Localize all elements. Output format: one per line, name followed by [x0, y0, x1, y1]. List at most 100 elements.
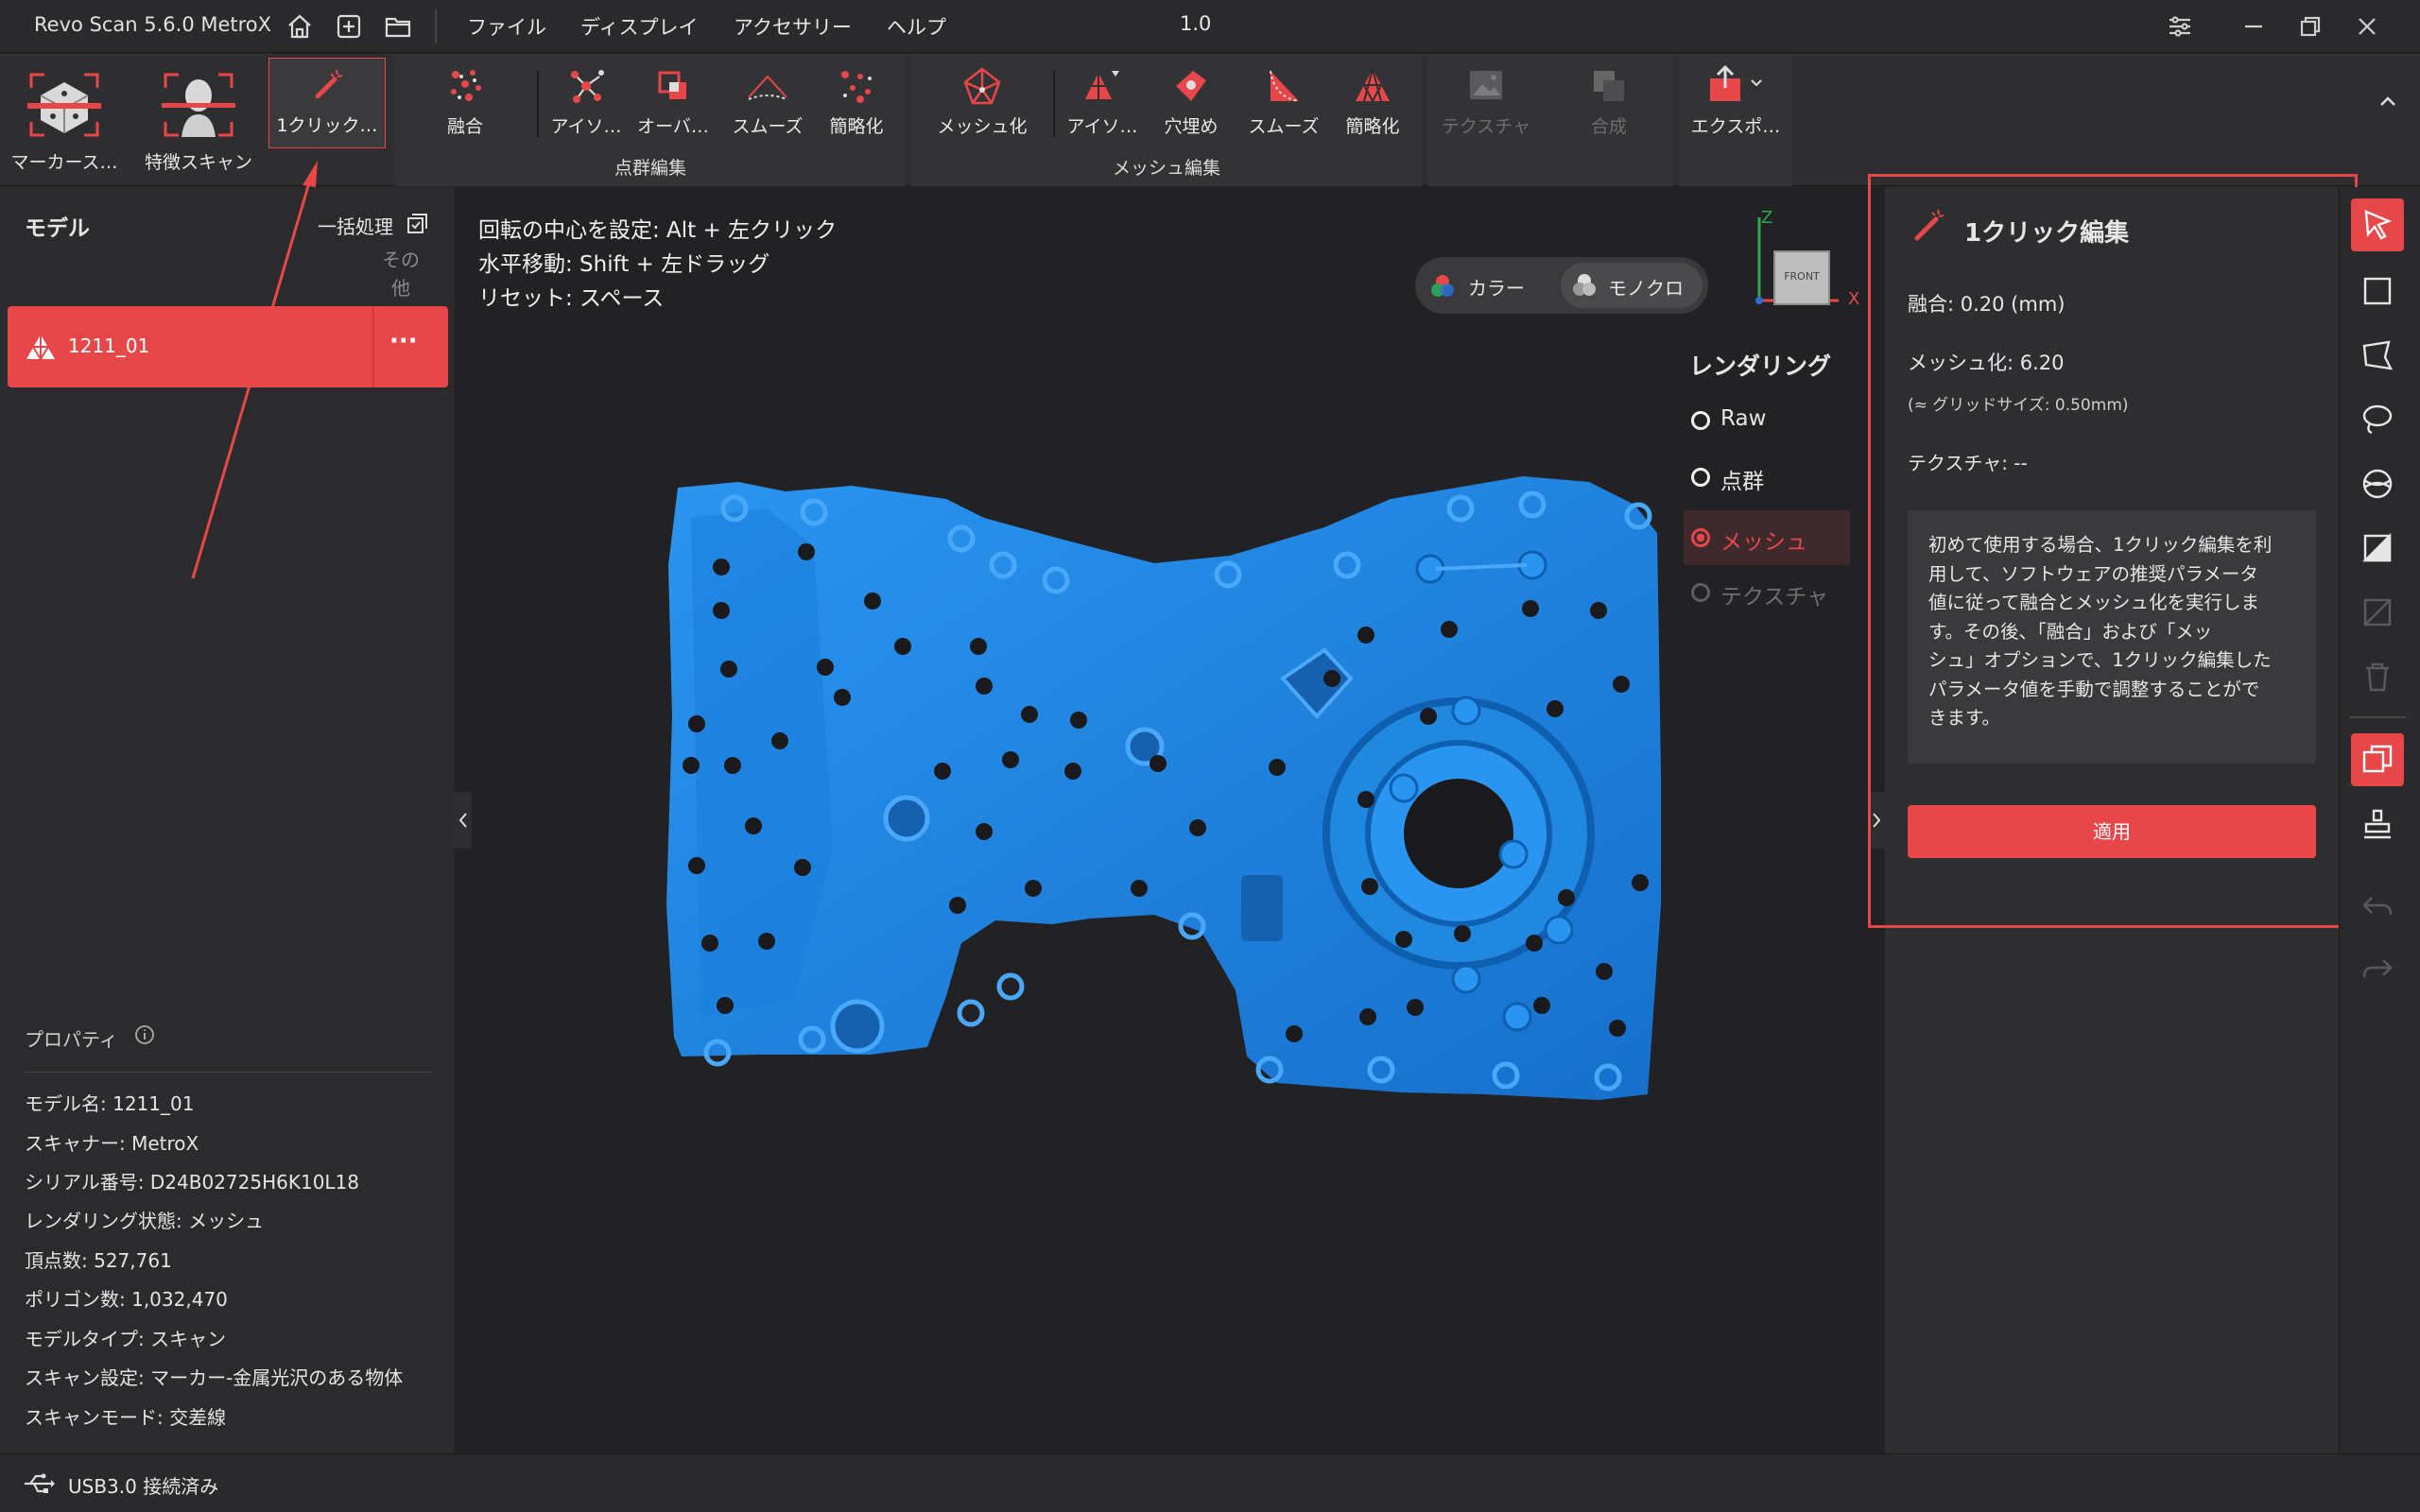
feature-scan-button[interactable]: 特徴スキャン — [134, 54, 263, 186]
collapse-right-panel[interactable] — [1868, 792, 1885, 849]
chevron-left-icon — [458, 813, 467, 828]
3d-viewport[interactable]: 回転の中心を設定: Alt + 左クリック 水平移動: Shift + 左ドラッ… — [191, 161, 1885, 1453]
scan-model-render[interactable] — [455, 187, 1885, 1453]
hint-pan: 水平移動: Shift + 左ドラッグ — [478, 252, 770, 277]
mesh-simplify-label: 簡略化 — [1345, 116, 1400, 137]
clear-select-button[interactable] — [2351, 586, 2404, 639]
copy-mesh-button[interactable] — [2351, 733, 2404, 786]
radio-mesh-selected — [1691, 528, 1710, 547]
close-icon[interactable] — [2352, 11, 2382, 42]
hint-reset: リセット: スペース — [478, 286, 665, 311]
polygon-select-button[interactable] — [2351, 329, 2404, 382]
stamp-icon — [2364, 809, 2391, 839]
info-text: 初めて使用する場合、1クリック編集を利 用して、ソフトウェアの推奨パラメータ 値… — [1928, 531, 2272, 733]
render-texture-label: テクスチャ — [1720, 585, 1829, 610]
model-row[interactable]: 1211_01 ··· — [8, 306, 448, 387]
rect-select-button[interactable] — [2351, 265, 2404, 318]
collapse-left-panel[interactable] — [455, 792, 472, 849]
mesh-make-label: メッシュ化 — [937, 116, 1028, 137]
model-panel-title: モデル — [25, 216, 90, 241]
prop-render-state: レンダリング状態: メッシュ — [25, 1210, 265, 1232]
undo-button[interactable] — [2351, 881, 2404, 934]
render-option-texture[interactable]: テクスチャ — [1684, 569, 1873, 616]
boss-hole — [883, 795, 930, 842]
info-line: パラメータ値を手動で調整することがで — [1928, 678, 2260, 700]
new-project-icon[interactable] — [335, 12, 363, 41]
lasso-select-button[interactable] — [2351, 393, 2404, 446]
minimize-icon[interactable] — [2238, 11, 2269, 42]
texture-button[interactable]: テクスチャ — [1429, 54, 1543, 186]
trash-icon — [2366, 662, 2389, 692]
info-line: 用して、ソフトウェアの推奨パラメータ — [1928, 562, 2258, 585]
info-line: 初めて使用する場合、1クリック編集を利 — [1928, 534, 2273, 556]
row-divider — [372, 306, 374, 387]
color-mode-button[interactable]: カラー — [1428, 265, 1561, 306]
apply-button[interactable]: 適用 — [1908, 805, 2316, 858]
select-tool-button[interactable] — [2351, 198, 2404, 251]
render-option-mesh[interactable]: メッシュ — [1684, 510, 1850, 565]
collapse-ribbon-icon[interactable] — [2375, 88, 2401, 114]
pc-simplify-label: 簡略化 — [829, 116, 884, 137]
simplify-mesh-icon — [1356, 68, 1390, 104]
hint-rotate-center: 回転の中心を設定: Alt + 左クリック — [478, 218, 838, 243]
batch-process-button[interactable]: 一括処理 — [318, 212, 393, 239]
panel-title: 1クリック編集 — [1964, 219, 2130, 248]
open-folder-icon[interactable] — [384, 12, 412, 41]
info-box: 初めて使用する場合、1クリック編集を利 用して、ソフトウェアの推奨パラメータ 値… — [1908, 510, 2316, 764]
menu-help[interactable]: ヘルプ — [887, 12, 946, 41]
marker-scan-button[interactable]: マーカース… — [0, 54, 129, 186]
info-line: す。その後、「融合」および「メッ — [1928, 620, 2213, 643]
other-label[interactable]: その他 — [382, 246, 420, 302]
smooth-mesh-icon — [1270, 70, 1300, 102]
prop-model-name: モデル名: 1211_01 — [25, 1092, 195, 1115]
title-bar: Revo Scan 5.6.0 MetroX ファイル ディスプレイ アクセサリ… — [0, 0, 2420, 53]
redo-button[interactable] — [2351, 943, 2404, 996]
render-option-pointcloud[interactable]: 点群 — [1684, 454, 1873, 501]
mesh-separator — [1053, 71, 1055, 137]
merge-button[interactable]: 合成 — [1562, 54, 1656, 186]
prop-serial: シリアル番号: D24B02725H6K10L18 — [25, 1171, 360, 1194]
mesh-group-title: メッシュ編集 — [1112, 158, 1220, 179]
menu-accessory[interactable]: アクセサリー — [734, 12, 852, 41]
menu-display[interactable]: ディスプレイ — [580, 12, 699, 41]
radio-raw — [1691, 411, 1710, 430]
settings-sliders-icon[interactable] — [2165, 11, 2195, 42]
restore-icon[interactable] — [2295, 11, 2325, 42]
clear-selection-icon — [2363, 598, 2392, 627]
color-mode-label: カラー — [1468, 277, 1525, 300]
render-option-raw[interactable]: Raw — [1684, 397, 1873, 444]
axis-x-label: X — [1848, 289, 1860, 309]
mesh-isolate-label: アイソ… — [1066, 116, 1138, 137]
more-options-button[interactable]: ··· — [389, 327, 418, 355]
smooth-icon — [748, 75, 787, 100]
isolate-points-icon — [571, 70, 604, 103]
fill-holes-icon — [1176, 71, 1206, 101]
merge-icon — [1594, 71, 1624, 101]
tool-divider — [2349, 716, 2406, 718]
title-divider — [435, 9, 437, 43]
invert-select-button[interactable] — [2351, 522, 2404, 575]
status-bar: USB3.0 接続済み — [0, 1453, 2420, 1512]
invert-selection-icon — [2362, 533, 2392, 562]
export-button[interactable]: エクスポ… — [1679, 54, 1792, 186]
magic-wand-icon — [1914, 209, 1945, 241]
fuse-points-icon — [451, 70, 481, 101]
usb-status: USB3.0 接続済み — [68, 1475, 219, 1498]
one-click-edit-button[interactable]: 1クリック… — [268, 58, 386, 148]
color-mode-toggle: カラー モノクロ — [1415, 257, 1708, 314]
merge-label: 合成 — [1590, 116, 1627, 137]
redo-icon — [2362, 959, 2393, 978]
render-mesh-label: メッシュ — [1720, 530, 1807, 555]
surface-select-button[interactable] — [2351, 457, 2404, 510]
home-icon[interactable] — [285, 12, 314, 41]
delete-button[interactable] — [2351, 650, 2404, 703]
menu-file[interactable]: ファイル — [467, 12, 546, 41]
info-icon[interactable] — [134, 1024, 155, 1045]
batch-process-icon[interactable] — [405, 212, 429, 236]
print-stamp-button[interactable] — [2351, 798, 2404, 850]
pointcloud-group-title: 点群編集 — [614, 158, 686, 179]
prop-vertex-count: 頂点数: 527,761 — [25, 1249, 172, 1272]
mono-mode-button[interactable]: モノクロ — [1561, 263, 1703, 308]
ribbon-toolbar: マーカース… 特徴スキャン 1クリック… 融合 アイソ… オーバ… スムーズ 簡… — [0, 54, 2420, 186]
version-value: 1.0 — [1180, 12, 1212, 35]
